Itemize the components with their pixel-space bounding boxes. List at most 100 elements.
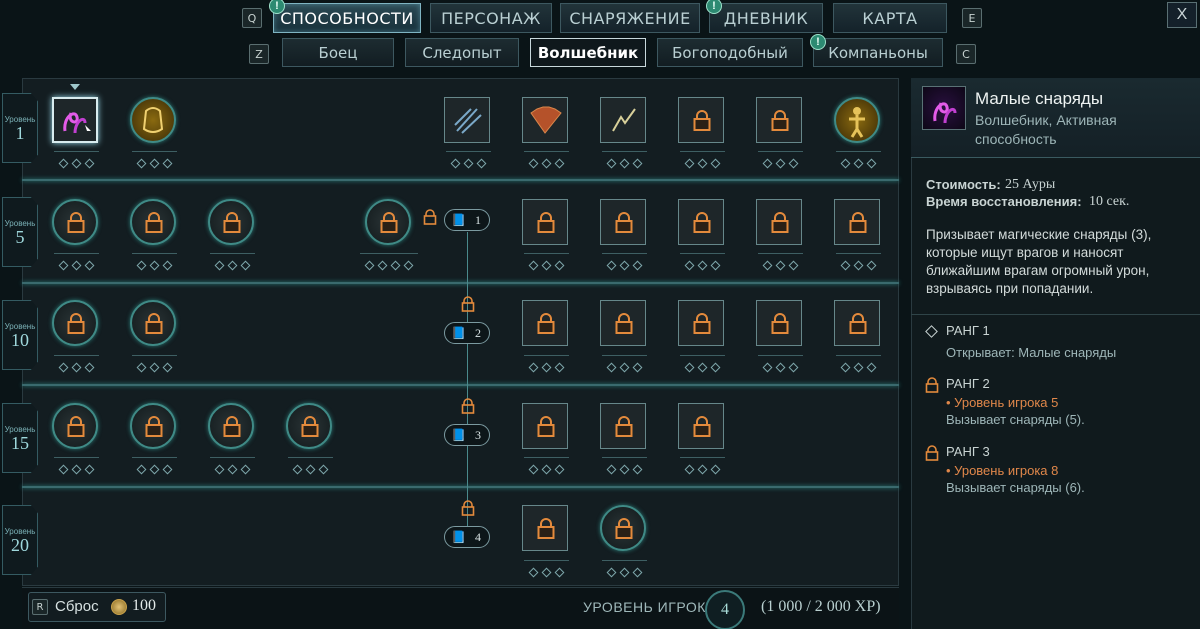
ability-node[interactable] [51,199,101,247]
ability-node[interactable] [129,97,179,145]
ability-book-1[interactable]: 📘 1 [444,209,490,231]
ability-book-2[interactable]: 📘 2 [444,322,490,344]
rank-pip-icon [541,567,551,577]
ability-node[interactable] [285,403,335,451]
rank-pips [131,151,177,169]
ability-node[interactable] [521,97,571,145]
rank-pip-icon [227,260,237,270]
ability-node[interactable] [443,97,493,145]
tab-equipment[interactable]: СНАРЯЖЕНИЕ [560,3,700,33]
rank-pips [679,457,725,475]
ability-node[interactable] [833,97,883,145]
ability-node[interactable] [599,199,649,247]
ability-node[interactable] [51,97,101,145]
rank-pips [679,253,725,271]
rank-pip-icon [632,158,642,168]
rank-pips [523,560,569,578]
magic-missile-icon [922,86,966,130]
ability-node[interactable] [129,199,179,247]
reset-label: Сброс [55,598,99,615]
rank-pip-icon [606,362,616,372]
tab-abilities[interactable]: СПОСОБНОСТИ [273,3,421,33]
rank-pip-icon [632,567,642,577]
level-marker-15: Уровень 15 [2,403,38,473]
rank-pip-icon [762,158,772,168]
ability-node[interactable] [207,199,257,247]
ability-node[interactable] [51,300,101,348]
player-level-badge: 4 [705,590,745,629]
rank-pip-icon [619,158,629,168]
ability-node[interactable] [51,403,101,451]
ability-node[interactable] [207,403,257,451]
level-number: 1 [15,122,25,143]
tab-map[interactable]: КАРТА [833,3,947,33]
ability-node[interactable] [599,300,649,348]
ability-node[interactable] [129,300,179,348]
rank-pip-icon [697,464,707,474]
rank-pip-icon [788,362,798,372]
ability-node[interactable] [599,97,649,145]
subtab-fighter[interactable]: Боец [282,38,394,67]
ability-node[interactable] [521,199,571,247]
subtab-godlike[interactable]: Богоподобный [657,38,803,67]
rank-pips [679,355,725,373]
ability-node[interactable] [755,199,805,247]
tab-journal[interactable]: ДНЕВНИК [709,3,823,33]
ability-node[interactable] [833,300,883,348]
rank-3-effect: Вызывает снаряды (6). [946,480,1085,495]
level-number: 15 [11,432,29,453]
ability-node[interactable] [521,403,571,451]
rank-pips [523,253,569,271]
subtab-ranger[interactable]: Следопыт [405,38,519,67]
rank-pips [209,457,255,475]
ability-node[interactable] [599,403,649,451]
ability-node[interactable] [364,199,414,247]
ability-node[interactable] [833,199,883,247]
row-separator [22,179,899,181]
rank-pips [601,457,647,475]
ability-title: Малые снаряды [975,89,1104,108]
lock-icon [461,296,475,312]
book-number: 2 [475,325,481,340]
subtab-wizard[interactable]: Волшебник [530,38,646,67]
rank-pip-icon [136,362,146,372]
ability-node[interactable] [677,97,727,145]
rank-pips [360,253,418,271]
rank-pips [53,253,99,271]
rank-pip-icon [71,362,81,372]
ability-book-4[interactable]: 📘 4 [444,526,490,548]
key-hint-z: Z [249,44,269,64]
ability-node[interactable] [677,403,727,451]
ability-node[interactable] [521,300,571,348]
rank-pip-icon [710,158,720,168]
ability-node[interactable] [755,97,805,145]
rank-pip-icon [775,260,785,270]
rank-pip-icon [227,464,237,474]
rank-pips [601,355,647,373]
subtab-companions[interactable]: Компаньоны [813,38,943,67]
ability-node[interactable] [129,403,179,451]
companions-notification-icon: ! [810,34,826,50]
close-button[interactable]: X [1167,2,1197,28]
rank-pip-icon [840,260,850,270]
rank-pip-icon [710,260,720,270]
ability-node[interactable] [755,300,805,348]
tab-character[interactable]: ПЕРСОНАЖ [430,3,552,33]
rank-pips [131,253,177,271]
rank-pip-icon [71,260,81,270]
ability-node[interactable] [677,199,727,247]
ability-book-3[interactable]: 📘 3 [444,424,490,446]
ability-node[interactable] [677,300,727,348]
rank-pip-icon [240,464,250,474]
rank-pip-icon [866,260,876,270]
rank-pip-icon [619,362,629,372]
rank-pip-icon [697,158,707,168]
rank-pips [209,253,255,271]
ability-node[interactable] [599,505,649,553]
book-icon: 📘 [451,427,466,442]
cost-label: Стоимость: [926,177,1001,192]
ability-node[interactable] [521,505,571,553]
rank-pips [601,253,647,271]
rank-divider [911,314,1200,315]
rank-pip-icon [136,260,146,270]
